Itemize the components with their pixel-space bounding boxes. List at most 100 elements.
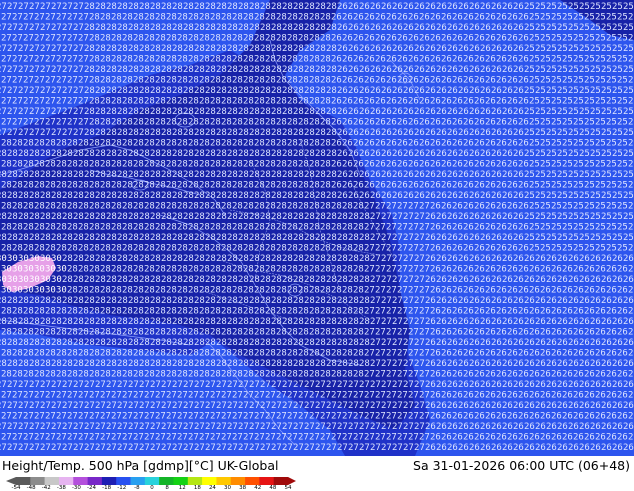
contour-label: 26 [546,422,557,432]
contour-label: 27 [7,23,18,33]
contour-label: 27 [0,2,7,12]
contour-label: 28 [56,307,67,317]
contour-label: 26 [425,65,436,75]
contour-label: 28 [12,244,23,254]
contour-label: 27 [73,86,84,96]
contour-label: 25 [551,244,562,254]
contour-label: 27 [364,328,375,338]
contour-label: 27 [73,422,84,432]
contour-label: 27 [364,307,375,317]
contour-label: 27 [23,433,34,443]
colorbar-tick-label: 0 [150,485,154,491]
contour-label: 28 [155,223,166,233]
contour-label: 26 [502,233,513,243]
contour-label: 26 [348,170,359,180]
contour-label: 28 [7,149,18,159]
contour-label: 28 [67,160,78,170]
contour-label: 28 [29,149,40,159]
contour-label: 26 [452,118,463,128]
contour-label: 28 [309,139,320,149]
contour-label: 28 [287,55,298,65]
contour-label: 27 [177,433,188,443]
contour-label: 28 [320,265,331,275]
contour-label: 28 [293,254,304,264]
contour-label: 26 [364,139,375,149]
contour-label: 26 [612,254,623,264]
contour-label: 26 [392,2,403,12]
contour-label: 26 [485,265,496,275]
contour-label: 30 [23,265,34,275]
contour-label: 26 [447,275,458,285]
chart-caption-datetime: Sa 31-01-2026 06:00 UTC (06+48) [413,458,630,474]
contour-label: 28 [238,296,249,306]
contour-label: 28 [249,338,260,348]
contour-label: 27 [172,422,183,432]
contour-label: 28 [315,149,326,159]
contour-label: 28 [12,223,23,233]
contour-label: 27 [337,401,348,411]
contour-label: 26 [441,370,452,380]
contour-label: 27 [386,391,397,401]
contour-label: 28 [359,338,370,348]
contour-label: 26 [469,443,480,453]
contour-label: 28 [326,2,337,12]
contour-label: 27 [0,380,7,390]
contour-label: 25 [584,181,595,191]
contour-label: 25 [557,128,568,138]
contour-label: 26 [518,202,529,212]
contour-label: 28 [18,191,29,201]
contour-label: 25 [606,223,617,233]
contour-label: 26 [502,23,513,33]
contour-label: 28 [348,359,359,369]
contour-label: 28 [106,170,117,180]
contour-label: 28 [205,65,216,75]
contour-label: 28 [183,2,194,12]
contour-label: 28 [73,296,84,306]
contour-label: 26 [524,317,535,327]
contour-label: 28 [249,44,260,54]
contour-label: 26 [496,160,507,170]
contour-label: 27 [315,422,326,432]
contour-label: 26 [535,338,546,348]
contour-label: 26 [507,328,518,338]
contour-label: 28 [271,296,282,306]
contour-label: 26 [441,55,452,65]
contour-label: 26 [458,338,469,348]
contour-label: 28 [84,86,95,96]
contour-label: 26 [518,181,529,191]
contour-label: 26 [452,160,463,170]
contour-label: 28 [106,23,117,33]
contour-label: 28 [243,55,254,65]
contour-label: 26 [524,254,535,264]
contour-label: 27 [166,391,177,401]
contour-label: 28 [260,233,271,243]
contour-label: 26 [375,76,386,86]
contour-label: 27 [353,412,364,422]
contour-label: 28 [183,359,194,369]
contour-label: 26 [447,443,458,453]
contour-label: 28 [342,286,353,296]
contour-label: 28 [320,34,331,44]
contour-label: 26 [540,412,551,422]
contour-label: 27 [166,412,177,422]
contour-label: 26 [529,349,540,359]
contour-label: 27 [309,391,320,401]
contour-label: 28 [205,44,216,54]
contour-label: 26 [436,44,447,54]
contour-label: 28 [221,139,232,149]
contour-label: 28 [238,212,249,222]
contour-label: 28 [227,212,238,222]
contour-label: 28 [249,107,260,117]
contour-label: 26 [551,370,562,380]
contour-label: 28 [326,107,337,117]
contour-label: 27 [370,443,381,453]
contour-label: 27 [304,401,315,411]
contour-label: 28 [183,107,194,117]
contour-label: 28 [194,359,205,369]
contour-label: 26 [518,97,529,107]
contour-label: 28 [232,349,243,359]
contour-label: 28 [95,212,106,222]
contour-label: 28 [353,307,364,317]
contour-label: 27 [18,44,29,54]
contour-label: 26 [562,349,573,359]
